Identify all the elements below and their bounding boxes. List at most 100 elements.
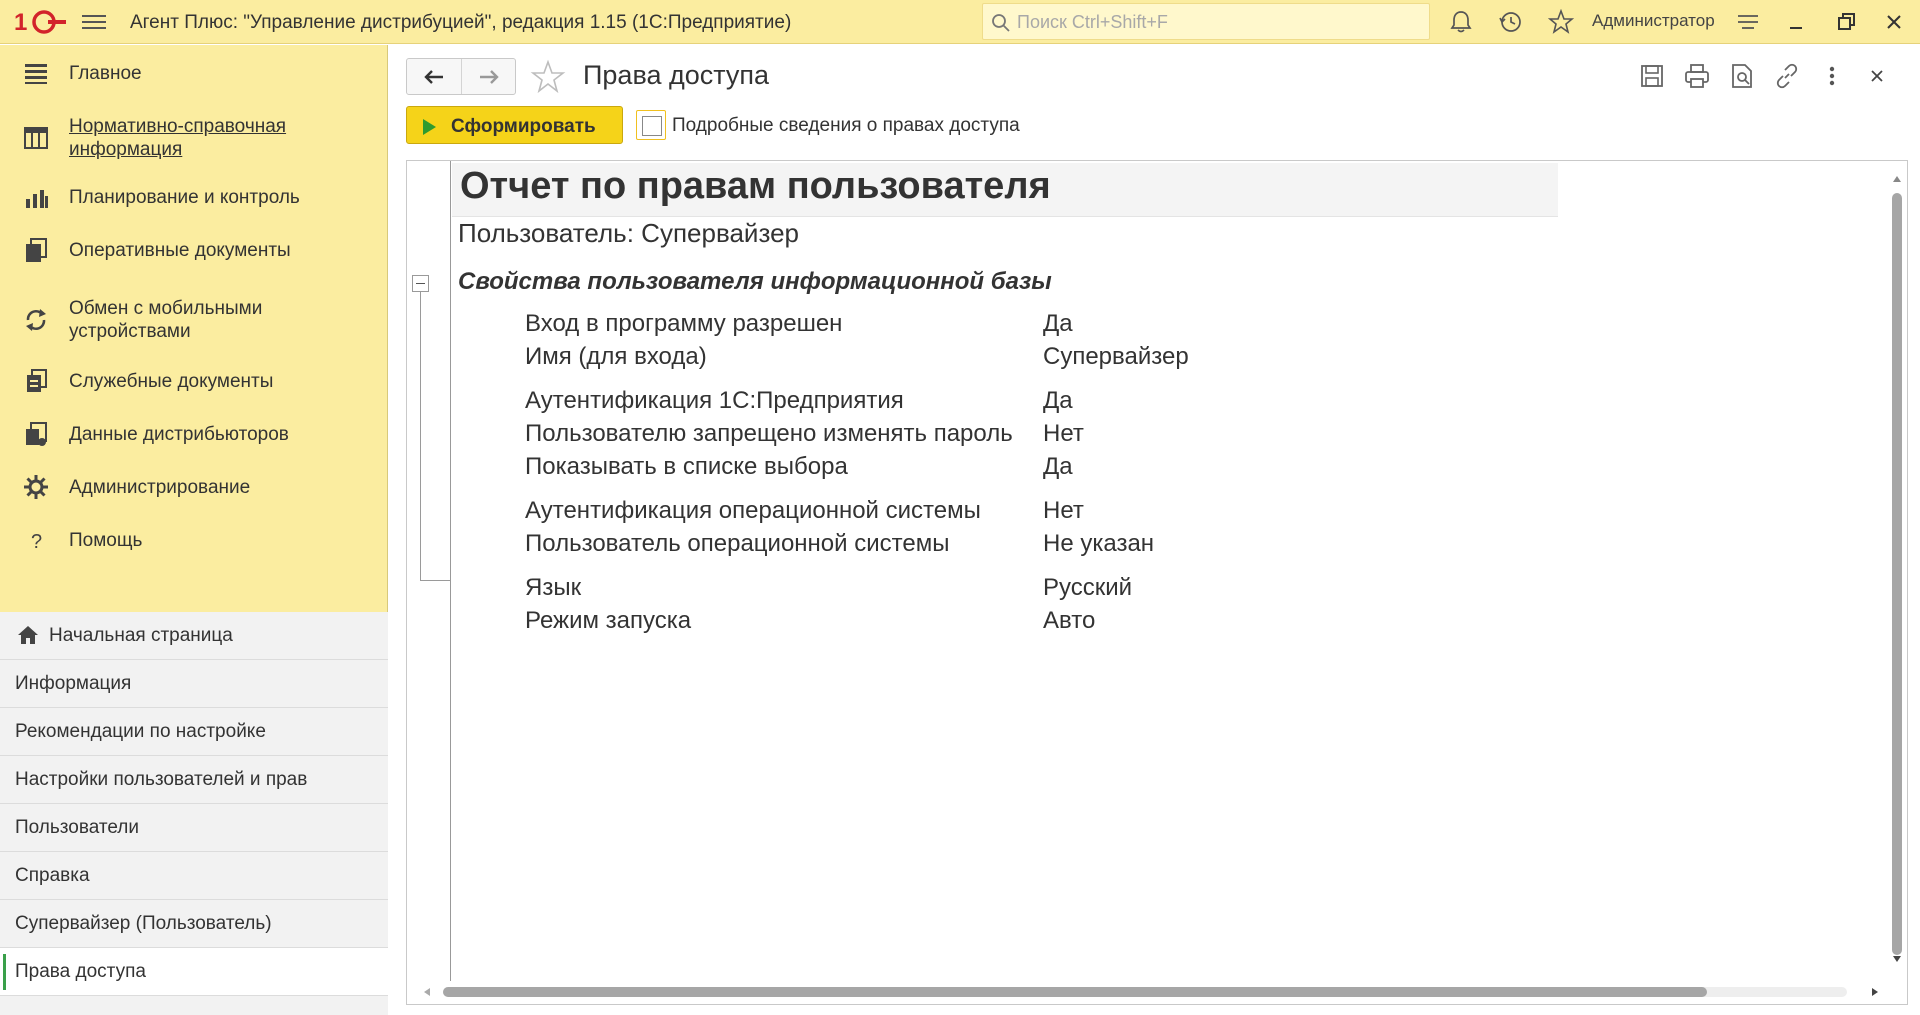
open-window-recommendations[interactable]: Рекомендации по настройке [0, 708, 388, 756]
search-icon [992, 14, 1010, 32]
property-value: Не указан [1043, 530, 1155, 557]
sidebar-item-label: Служебные документы [69, 371, 274, 392]
property-name: Режим запуска [525, 607, 692, 634]
open-window-access-rights[interactable]: Права доступа [0, 948, 388, 996]
search-box[interactable] [982, 3, 1430, 40]
scroll-left-icon[interactable] [421, 984, 433, 1000]
property-name: Вход в программу разрешен [525, 310, 843, 337]
list-icon [25, 64, 47, 84]
history-icon[interactable] [1498, 9, 1524, 35]
sidebar-item-mobile-exchange[interactable]: Обмен с мобильными устройствами [0, 295, 388, 345]
open-window-label: Супервайзер (Пользователь) [15, 913, 272, 934]
save-icon[interactable] [1637, 61, 1667, 91]
link-icon[interactable] [1772, 61, 1802, 91]
vertical-scrollbar[interactable] [1889, 169, 1905, 981]
scroll-up-icon[interactable] [1889, 173, 1905, 185]
sidebar-item-administration[interactable]: Администрирование [0, 473, 388, 503]
forward-button[interactable] [461, 59, 515, 94]
documents-icon [26, 238, 47, 262]
generate-report-label: Сформировать [451, 116, 596, 137]
question-icon: ? [31, 531, 42, 553]
sidebar-item-distributor-data[interactable]: Данные дистрибьюторов [0, 420, 388, 450]
close-form-icon[interactable] [1862, 61, 1892, 91]
settings-menu-icon[interactable] [1734, 8, 1762, 36]
open-window-supervisor-user[interactable]: Супервайзер (Пользователь) [0, 900, 388, 948]
chart-icon [26, 190, 48, 208]
current-user[interactable]: Администратор [1592, 11, 1715, 31]
open-window-info[interactable]: Информация [0, 660, 388, 708]
property-value: Да [1043, 387, 1073, 414]
sidebar-item-label: Обмен с мобильными устройствами [69, 298, 263, 342]
history-nav [406, 58, 516, 95]
preview-icon[interactable] [1727, 61, 1757, 91]
sidebar-item-help[interactable]: ? Помощь [0, 526, 388, 556]
scroll-down-icon[interactable] [1889, 953, 1905, 965]
back-button[interactable] [407, 59, 461, 94]
property-value: Русский [1043, 574, 1133, 601]
restore-icon[interactable] [1832, 8, 1860, 36]
property-name: Показывать в списке выбора [525, 453, 848, 480]
open-window-label: Справка [15, 865, 90, 886]
svg-text:?: ? [31, 531, 42, 553]
property-name: Пользователю запрещено изменять пароль [525, 420, 1013, 447]
arrow-right-icon [479, 69, 499, 84]
sidebar-item-operational-docs[interactable]: Оперативные документы [0, 236, 388, 266]
open-window-help[interactable]: Справка [0, 852, 388, 900]
generate-report-button[interactable]: Сформировать [406, 106, 623, 144]
open-window-user-settings[interactable]: Настройки пользователей и прав [0, 756, 388, 804]
1c-logo-icon[interactable]: 1 [14, 8, 66, 36]
sidebar-item-service-docs[interactable]: Служебные документы [0, 367, 388, 397]
detailed-info-checkbox[interactable] [636, 110, 666, 140]
sidebar-item-label: Нормативно-справочная информация [69, 116, 287, 160]
title-bar: 1 Агент Плюс: "Управление дистрибуцией",… [0, 0, 1920, 44]
property-name: Язык [525, 574, 582, 601]
main-menu-icon[interactable] [82, 11, 106, 33]
minimize-icon[interactable] [1782, 8, 1810, 36]
collapse-group-toggle[interactable] [412, 275, 429, 292]
print-icon[interactable] [1682, 61, 1712, 91]
sidebar-item-planning[interactable]: Планирование и контроль [0, 183, 388, 213]
catalog-icon [24, 127, 48, 149]
property-value: Авто [1043, 607, 1096, 634]
distributor-data-icon [26, 422, 47, 446]
service-docs-icon [27, 369, 47, 392]
property-name: Аутентификация 1С:Предприятия [525, 387, 904, 414]
gear-icon [24, 475, 48, 499]
open-window-label: Информация [15, 673, 132, 694]
more-actions-icon[interactable] [1817, 61, 1847, 91]
open-window-users[interactable]: Пользователи [0, 804, 388, 852]
sidebar-item-reference-info[interactable]: Нормативно-справочная информация [0, 113, 388, 163]
property-value: Нет [1043, 497, 1084, 524]
play-icon [423, 119, 436, 135]
form-title: Права доступа [583, 60, 770, 90]
arrow-left-icon [424, 69, 443, 84]
open-windows-list: Начальная страница Информация Рекомендац… [0, 612, 388, 1015]
add-to-favorites-star-icon[interactable] [530, 59, 566, 95]
sidebar-item-label: Помощь [69, 530, 143, 551]
sidebar-item-main[interactable]: Главное [0, 59, 388, 91]
detailed-info-checkbox-label[interactable]: Подробные сведения о правах доступа [672, 115, 1020, 137]
sync-icon [26, 309, 46, 331]
favorites-star-icon[interactable] [1548, 9, 1574, 35]
svg-text:1: 1 [14, 9, 27, 36]
close-app-icon[interactable] [1880, 8, 1908, 36]
sidebar-item-label: Планирование и контроль [69, 187, 300, 208]
scroll-right-icon[interactable] [1869, 984, 1881, 1000]
horizontal-scroll-thumb[interactable] [443, 987, 1707, 997]
search-input[interactable] [1017, 9, 1417, 35]
open-window-label: Начальная страница [49, 625, 233, 646]
sidebar-item-label: Оперативные документы [69, 240, 291, 261]
open-window-label: Настройки пользователей и прав [15, 769, 308, 790]
property-name: Пользователь операционной системы [525, 530, 950, 557]
open-window-label: Пользователи [15, 817, 140, 838]
horizontal-scrollbar[interactable] [415, 984, 1885, 1000]
report-user-line: Пользователь: Супервайзер [458, 218, 799, 248]
vertical-scroll-thumb[interactable] [1892, 193, 1902, 955]
property-name: Имя (для входа) [525, 343, 707, 370]
report-document[interactable]: Отчет по правам пользователя Пользовател… [406, 160, 1908, 1005]
open-window-home[interactable]: Начальная страница [0, 612, 388, 660]
property-value: Да [1043, 453, 1073, 480]
open-window-label: Рекомендации по настройке [15, 721, 266, 742]
home-icon [18, 626, 38, 644]
bell-icon[interactable] [1448, 9, 1474, 35]
